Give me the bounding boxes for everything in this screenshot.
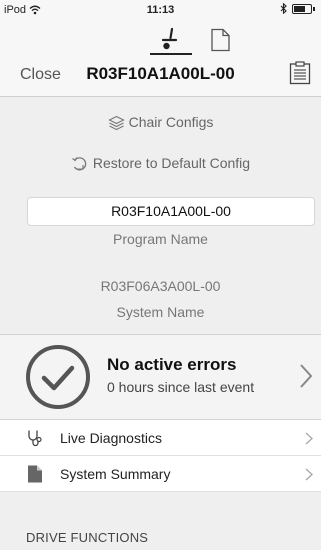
active-errors-row[interactable]: No active errors 0 hours since last even… bbox=[0, 334, 321, 420]
status-bar: iPod 11:13 bbox=[0, 0, 321, 20]
restore-label: Restore to Default Config bbox=[92, 155, 251, 171]
list-item-live-diagnostics[interactable]: Live Diagnostics bbox=[0, 420, 321, 456]
chair-configs-button[interactable]: Chair Configs bbox=[0, 114, 321, 131]
errors-subtitle: 0 hours since last event bbox=[107, 379, 255, 395]
system-name-value: R03F06A3A00L-00 bbox=[100, 278, 221, 294]
battery-tip bbox=[313, 6, 315, 11]
restore-icon bbox=[72, 157, 87, 171]
mode-switch bbox=[0, 26, 321, 56]
list-item-system-summary[interactable]: System Summary bbox=[0, 456, 321, 492]
system-name-caption: System Name bbox=[116, 304, 205, 320]
stethoscope-icon bbox=[28, 430, 42, 447]
layers-icon bbox=[107, 116, 125, 131]
system-summary-label: System Summary bbox=[60, 466, 171, 482]
chair-configs-label: Chair Configs bbox=[128, 114, 214, 130]
chevron-right-icon bbox=[305, 468, 313, 481]
live-diagnostics-label: Live Diagnostics bbox=[60, 430, 162, 446]
bluetooth-icon bbox=[280, 3, 287, 14]
section-header-drive-functions: DRIVE FUNCTIONS bbox=[26, 530, 149, 545]
clipboard-button[interactable] bbox=[289, 61, 311, 85]
checkmark-circle-icon bbox=[26, 345, 90, 409]
document-icon bbox=[211, 28, 230, 52]
chevron-right-icon bbox=[305, 432, 313, 445]
status-right bbox=[280, 3, 315, 14]
document-mode-tab[interactable] bbox=[208, 28, 232, 52]
clipboard-icon bbox=[289, 61, 311, 85]
active-tab-underline bbox=[150, 53, 192, 55]
chevron-right-icon bbox=[300, 364, 313, 388]
nav-header: Close R03F10A1A00L-00 bbox=[0, 20, 321, 97]
page-title: R03F10A1A00L-00 bbox=[86, 64, 235, 83]
document-fill-icon bbox=[28, 465, 42, 483]
program-name-field[interactable]: R03F10A1A00L-00 bbox=[27, 197, 315, 226]
status-time: 11:13 bbox=[146, 4, 175, 16]
program-name-caption: Program Name bbox=[113, 231, 208, 247]
restore-default-button[interactable]: Restore to Default Config bbox=[0, 155, 321, 173]
battery-icon bbox=[292, 3, 312, 14]
chair-mode-tab[interactable] bbox=[150, 26, 192, 56]
wheelchair-icon bbox=[161, 27, 178, 50]
errors-title: No active errors bbox=[107, 355, 237, 374]
